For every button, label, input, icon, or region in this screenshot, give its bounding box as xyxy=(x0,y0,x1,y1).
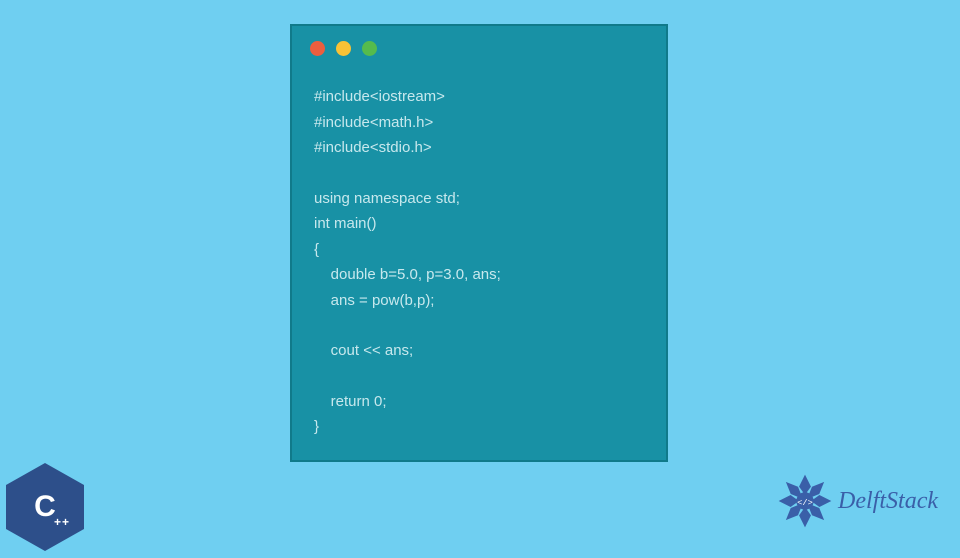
code-line: using namespace std; xyxy=(314,186,644,212)
svg-text:</>: </> xyxy=(797,498,813,508)
cpp-plus: ++ xyxy=(54,515,70,529)
delftstack-logo: </> DelftStack xyxy=(776,472,938,530)
code-line: #include<math.h> xyxy=(314,110,644,136)
delftstack-text: DelftStack xyxy=(838,488,938,515)
blank-line xyxy=(314,161,644,186)
hexagon-icon: C ++ xyxy=(6,463,84,551)
code-line: cout << ans; xyxy=(314,338,644,364)
code-line: #include<stdio.h> xyxy=(314,135,644,161)
blank-line xyxy=(314,313,644,338)
minimize-icon xyxy=(336,41,351,56)
code-line: #include<iostream> xyxy=(314,84,644,110)
cpp-letter: C xyxy=(34,490,56,524)
code-content: #include<iostream> #include<math.h> #inc… xyxy=(292,56,666,440)
code-line: ans = pow(b,p); xyxy=(314,288,644,314)
code-line: double b=5.0, p=3.0, ans; xyxy=(314,262,644,288)
close-icon xyxy=(310,41,325,56)
code-line: } xyxy=(314,414,644,440)
blank-line xyxy=(314,364,644,389)
code-line: return 0; xyxy=(314,389,644,415)
window-controls xyxy=(292,26,666,56)
cpp-logo: C ++ xyxy=(6,463,94,558)
maximize-icon xyxy=(362,41,377,56)
code-line: int main() xyxy=(314,211,644,237)
code-window: #include<iostream> #include<math.h> #inc… xyxy=(290,24,668,462)
code-line: { xyxy=(314,237,644,263)
lotus-icon: </> xyxy=(776,472,834,530)
